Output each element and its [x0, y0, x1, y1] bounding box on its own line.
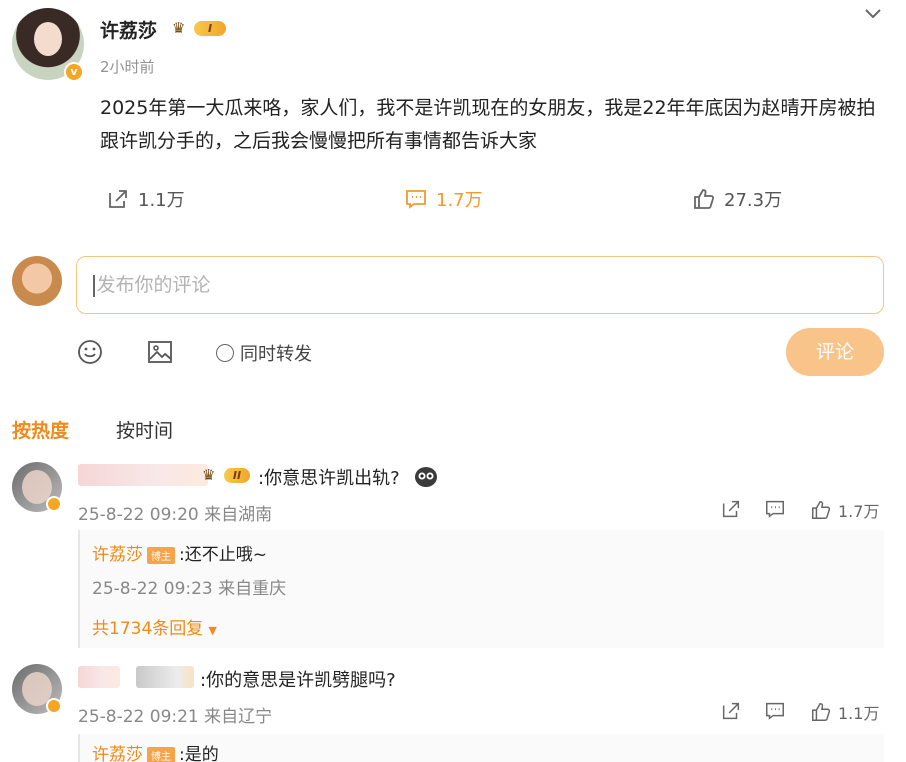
comment-reply-button[interactable]	[764, 498, 786, 520]
share-icon	[722, 702, 740, 720]
blurred-badge	[136, 666, 194, 688]
more-replies-link[interactable]: 共1734条回复 ▼	[92, 614, 217, 639]
reply-author[interactable]: 许荔莎	[92, 545, 143, 565]
level-badge: I	[194, 20, 226, 36]
reply-thread: 许荔莎 博主:是的	[78, 734, 884, 762]
verified-badge-icon: v	[64, 62, 84, 82]
reply-thread: 许荔莎 博主:还不止哦~ 25-8-22 09:23 来自重庆 共1734条回复 …	[78, 530, 884, 648]
more-replies-text: 共1734条回复	[92, 619, 204, 639]
like-icon	[812, 501, 831, 519]
level-badge: II	[224, 467, 250, 483]
comment-input[interactable]: 发布你的评论	[76, 256, 884, 314]
verified-badge-icon	[46, 496, 62, 512]
reply-meta: 25-8-22 09:23 来自重庆	[92, 579, 287, 599]
tab-sort-time[interactable]: 按时间	[116, 416, 173, 443]
like-icon	[694, 189, 715, 209]
repost-checkbox[interactable]: 同时转发	[216, 340, 312, 366]
comment-placeholder: 发布你的评论	[96, 274, 211, 296]
blurred-username[interactable]	[78, 666, 120, 688]
caret-down-icon: ▼	[208, 624, 217, 637]
image-icon[interactable]	[146, 338, 174, 366]
comment-button[interactable]: 1.7万	[404, 186, 483, 212]
post-content: 2025年第一大瓜来咯，家人们，我不是许凯现在的女朋友，我是22年年底因为赵晴开…	[100, 97, 876, 152]
emoji-icon[interactable]	[76, 338, 104, 366]
comment-text: :你的意思是许凯劈腿吗?	[200, 670, 396, 691]
like-icon	[812, 703, 831, 721]
author-name[interactable]: 许荔莎	[100, 16, 157, 43]
comment-count: 1.7万	[436, 190, 483, 211]
host-tag: 博主	[147, 546, 175, 564]
host-tag: 博主	[147, 746, 175, 762]
comment-meta: 25-8-22 09:21 来自辽宁	[78, 707, 273, 727]
comment-icon	[406, 190, 426, 209]
my-avatar	[12, 256, 62, 306]
reply-author[interactable]: 许荔莎	[92, 745, 143, 762]
comment-share-button[interactable]	[720, 498, 742, 520]
comment-like-button[interactable]: 1.1万	[810, 700, 879, 724]
post-time: 2小时前	[100, 58, 155, 76]
crown-icon: ♛	[172, 19, 186, 37]
crown-icon: ♛	[202, 466, 216, 484]
member-badge: ♛ II	[202, 466, 250, 484]
comment-icon	[766, 702, 784, 720]
reply-text: :还不止哦~	[179, 545, 267, 565]
comment-like-button[interactable]: 1.7万	[810, 498, 879, 522]
comment-reply-button[interactable]	[764, 700, 786, 722]
like-button[interactable]: 27.3万	[692, 186, 782, 212]
comment-meta: 25-8-22 09:20 来自湖南	[78, 505, 273, 525]
comment-share-button[interactable]	[720, 700, 742, 722]
reply-line: 许荔莎 博主:还不止哦~	[92, 540, 267, 565]
comment-like-count: 1.1万	[838, 704, 880, 723]
like-count: 27.3万	[724, 190, 783, 211]
comment-icon	[766, 500, 784, 518]
checkbox-circle-icon	[216, 344, 234, 362]
share-count: 1.1万	[138, 190, 185, 211]
chevron-down-icon[interactable]	[862, 4, 884, 22]
comment-like-count: 1.7万	[838, 502, 880, 521]
comment-text: :你意思许凯出轨?	[258, 468, 400, 489]
submit-comment-button[interactable]: 评论	[786, 328, 884, 376]
member-badge: ♛ I	[172, 19, 226, 37]
repost-label: 同时转发	[240, 344, 312, 365]
blurred-username[interactable]	[78, 464, 208, 486]
verified-badge-icon	[46, 698, 62, 714]
share-icon	[722, 500, 740, 518]
reply-text: :是的	[179, 745, 219, 762]
emoji-sticker-icon	[415, 467, 437, 487]
share-icon	[109, 190, 127, 208]
share-button[interactable]: 1.1万	[106, 186, 185, 212]
tab-sort-hot[interactable]: 按热度	[12, 416, 69, 443]
reply-line: 许荔莎 博主:是的	[92, 740, 219, 762]
